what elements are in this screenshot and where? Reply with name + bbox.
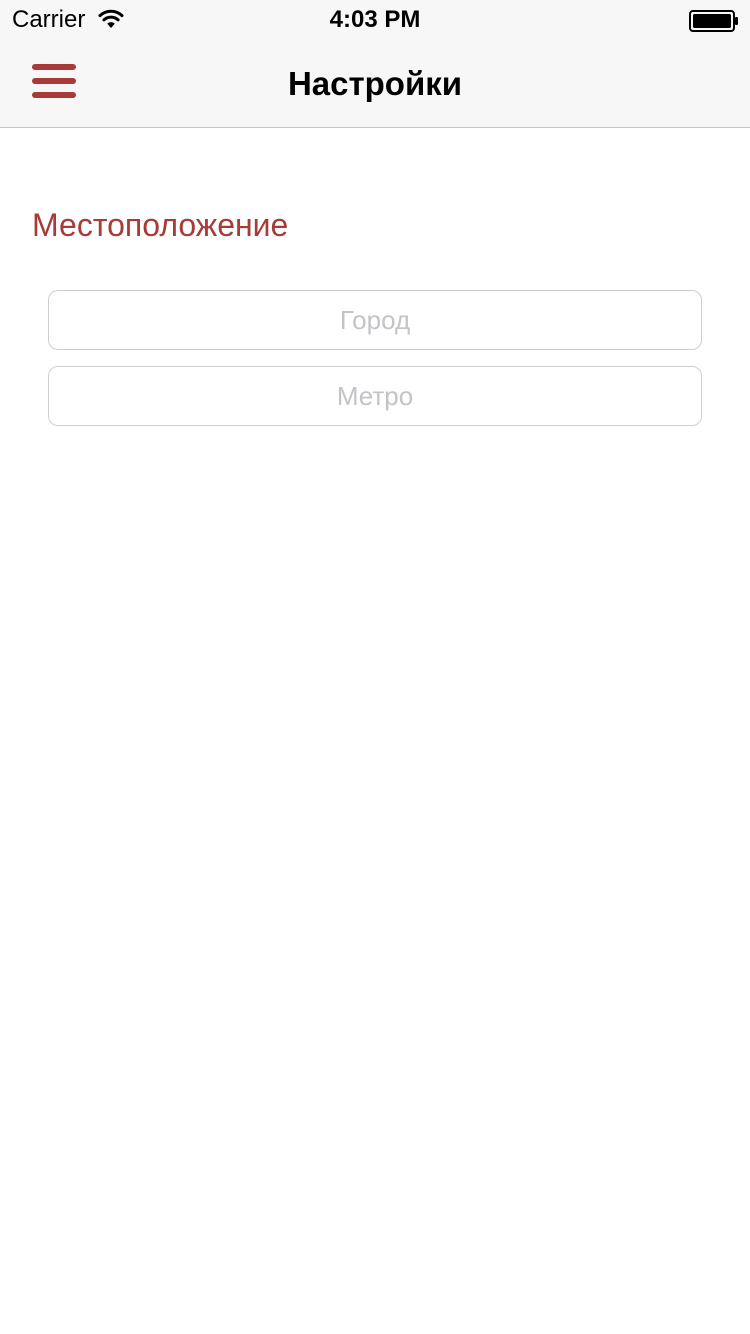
location-section-title: Местоположение	[32, 207, 289, 243]
status-bar: Carrier 4:03 PM	[0, 0, 750, 40]
settings-screen: Carrier 4:03 PM Настройки Местоположение…	[0, 0, 750, 1334]
status-time: 4:03 PM	[329, 6, 421, 33]
page-title: Настройки	[287, 65, 463, 102]
battery-icon	[689, 10, 739, 32]
navigation-bar: Настройки	[0, 40, 750, 128]
metro-field[interactable]	[48, 366, 702, 426]
city-field[interactable]	[48, 290, 702, 350]
top-bar: Carrier 4:03 PM Настройки	[0, 0, 750, 128]
